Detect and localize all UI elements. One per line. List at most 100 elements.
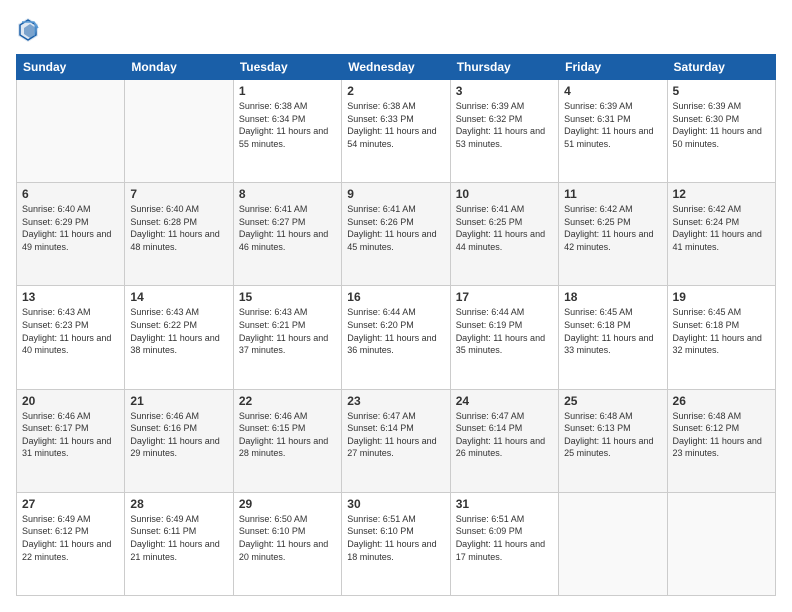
day-number: 3 (456, 84, 553, 98)
calendar-cell: 16 Sunrise: 6:44 AM Sunset: 6:20 PM Dayli… (342, 286, 450, 389)
day-info: Sunrise: 6:41 AM Sunset: 6:26 PM Dayligh… (347, 203, 444, 253)
day-number: 8 (239, 187, 336, 201)
day-number: 28 (130, 497, 227, 511)
calendar-cell: 15 Sunrise: 6:43 AM Sunset: 6:21 PM Dayli… (233, 286, 341, 389)
day-info: Sunrise: 6:49 AM Sunset: 6:12 PM Dayligh… (22, 513, 119, 563)
calendar-cell: 21 Sunrise: 6:46 AM Sunset: 6:16 PM Dayli… (125, 389, 233, 492)
calendar-cell: 12Sunrise: 6:42 AM Sunset: 6:24 PM Dayli… (667, 183, 775, 286)
day-info: Sunrise: 6:42 AM Sunset: 6:25 PM Dayligh… (564, 203, 661, 253)
calendar-cell: 27 Sunrise: 6:49 AM Sunset: 6:12 PM Dayli… (17, 492, 125, 595)
calendar-cell: 25 Sunrise: 6:48 AM Sunset: 6:13 PM Dayli… (559, 389, 667, 492)
day-number: 16 (347, 290, 444, 304)
day-number: 27 (22, 497, 119, 511)
day-number: 19 (673, 290, 770, 304)
day-info: Sunrise: 6:46 AM Sunset: 6:16 PM Dayligh… (130, 410, 227, 460)
day-number: 9 (347, 187, 444, 201)
day-number: 29 (239, 497, 336, 511)
day-info: Sunrise: 6:51 AM Sunset: 6:09 PM Dayligh… (456, 513, 553, 563)
day-info: Sunrise: 6:49 AM Sunset: 6:11 PM Dayligh… (130, 513, 227, 563)
calendar-cell: 9 Sunrise: 6:41 AM Sunset: 6:26 PM Daylig… (342, 183, 450, 286)
calendar-cell: 31 Sunrise: 6:51 AM Sunset: 6:09 PM Dayli… (450, 492, 558, 595)
calendar-cell: 2 Sunrise: 6:38 AM Sunset: 6:33 PM Daylig… (342, 80, 450, 183)
calendar-cell (667, 492, 775, 595)
logo (16, 16, 44, 44)
day-number: 22 (239, 394, 336, 408)
day-info: Sunrise: 6:50 AM Sunset: 6:10 PM Dayligh… (239, 513, 336, 563)
day-info: Sunrise: 6:43 AM Sunset: 6:23 PM Dayligh… (22, 306, 119, 356)
calendar-cell: 14 Sunrise: 6:43 AM Sunset: 6:22 PM Dayli… (125, 286, 233, 389)
calendar-cell: 7Sunrise: 6:40 AM Sunset: 6:28 PM Daylig… (125, 183, 233, 286)
day-number: 31 (456, 497, 553, 511)
weekday-header-monday: Monday (125, 55, 233, 80)
calendar-cell (17, 80, 125, 183)
header (16, 16, 776, 44)
calendar-cell (559, 492, 667, 595)
calendar-cell: 23 Sunrise: 6:47 AM Sunset: 6:14 PM Dayli… (342, 389, 450, 492)
day-info: Sunrise: 6:40 AM Sunset: 6:28 PM Dayligh… (130, 203, 227, 253)
calendar-cell: 13 Sunrise: 6:43 AM Sunset: 6:23 PM Dayli… (17, 286, 125, 389)
day-number: 14 (130, 290, 227, 304)
calendar-table: SundayMondayTuesdayWednesdayThursdayFrid… (16, 54, 776, 596)
day-info: Sunrise: 6:48 AM Sunset: 6:13 PM Dayligh… (564, 410, 661, 460)
day-number: 30 (347, 497, 444, 511)
day-info: Sunrise: 6:43 AM Sunset: 6:21 PM Dayligh… (239, 306, 336, 356)
day-info: Sunrise: 6:43 AM Sunset: 6:22 PM Dayligh… (130, 306, 227, 356)
day-number: 24 (456, 394, 553, 408)
day-number: 23 (347, 394, 444, 408)
day-info: Sunrise: 6:39 AM Sunset: 6:30 PM Dayligh… (673, 100, 770, 150)
day-info: Sunrise: 6:46 AM Sunset: 6:17 PM Dayligh… (22, 410, 119, 460)
day-info: Sunrise: 6:39 AM Sunset: 6:32 PM Dayligh… (456, 100, 553, 150)
day-number: 10 (456, 187, 553, 201)
calendar-cell: 10 Sunrise: 6:41 AM Sunset: 6:25 PM Dayli… (450, 183, 558, 286)
logo-icon (16, 16, 40, 44)
weekday-header-thursday: Thursday (450, 55, 558, 80)
weekday-header-sunday: Sunday (17, 55, 125, 80)
day-info: Sunrise: 6:41 AM Sunset: 6:25 PM Dayligh… (456, 203, 553, 253)
day-info: Sunrise: 6:38 AM Sunset: 6:34 PM Dayligh… (239, 100, 336, 150)
weekday-header-saturday: Saturday (667, 55, 775, 80)
day-number: 25 (564, 394, 661, 408)
day-number: 15 (239, 290, 336, 304)
calendar-cell: 19 Sunrise: 6:45 AM Sunset: 6:18 PM Dayli… (667, 286, 775, 389)
calendar-cell: 24Sunrise: 6:47 AM Sunset: 6:14 PM Dayli… (450, 389, 558, 492)
calendar-cell: 20Sunrise: 6:46 AM Sunset: 6:17 PM Dayli… (17, 389, 125, 492)
calendar-cell: 5 Sunrise: 6:39 AM Sunset: 6:30 PM Daylig… (667, 80, 775, 183)
day-number: 6 (22, 187, 119, 201)
day-number: 17 (456, 290, 553, 304)
day-number: 2 (347, 84, 444, 98)
calendar-cell: 18 Sunrise: 6:45 AM Sunset: 6:18 PM Dayli… (559, 286, 667, 389)
day-info: Sunrise: 6:45 AM Sunset: 6:18 PM Dayligh… (673, 306, 770, 356)
calendar-cell: 4 Sunrise: 6:39 AM Sunset: 6:31 PM Daylig… (559, 80, 667, 183)
day-number: 12 (673, 187, 770, 201)
day-number: 1 (239, 84, 336, 98)
day-info: Sunrise: 6:39 AM Sunset: 6:31 PM Dayligh… (564, 100, 661, 150)
calendar-cell: 3 Sunrise: 6:39 AM Sunset: 6:32 PM Daylig… (450, 80, 558, 183)
calendar-cell: 28 Sunrise: 6:49 AM Sunset: 6:11 PM Dayli… (125, 492, 233, 595)
calendar-cell: 11 Sunrise: 6:42 AM Sunset: 6:25 PM Dayli… (559, 183, 667, 286)
day-info: Sunrise: 6:44 AM Sunset: 6:20 PM Dayligh… (347, 306, 444, 356)
day-number: 11 (564, 187, 661, 201)
day-info: Sunrise: 6:44 AM Sunset: 6:19 PM Dayligh… (456, 306, 553, 356)
day-info: Sunrise: 6:51 AM Sunset: 6:10 PM Dayligh… (347, 513, 444, 563)
calendar-cell: 22Sunrise: 6:46 AM Sunset: 6:15 PM Dayli… (233, 389, 341, 492)
weekday-header-wednesday: Wednesday (342, 55, 450, 80)
day-info: Sunrise: 6:38 AM Sunset: 6:33 PM Dayligh… (347, 100, 444, 150)
day-info: Sunrise: 6:40 AM Sunset: 6:29 PM Dayligh… (22, 203, 119, 253)
weekday-header-tuesday: Tuesday (233, 55, 341, 80)
day-number: 5 (673, 84, 770, 98)
day-number: 21 (130, 394, 227, 408)
day-number: 13 (22, 290, 119, 304)
calendar-cell: 17 Sunrise: 6:44 AM Sunset: 6:19 PM Dayli… (450, 286, 558, 389)
day-info: Sunrise: 6:41 AM Sunset: 6:27 PM Dayligh… (239, 203, 336, 253)
day-number: 18 (564, 290, 661, 304)
day-info: Sunrise: 6:45 AM Sunset: 6:18 PM Dayligh… (564, 306, 661, 356)
day-number: 26 (673, 394, 770, 408)
calendar-cell: 6 Sunrise: 6:40 AM Sunset: 6:29 PM Daylig… (17, 183, 125, 286)
day-number: 4 (564, 84, 661, 98)
calendar-cell (125, 80, 233, 183)
day-info: Sunrise: 6:47 AM Sunset: 6:14 PM Dayligh… (347, 410, 444, 460)
calendar-cell: 30 Sunrise: 6:51 AM Sunset: 6:10 PM Dayli… (342, 492, 450, 595)
weekday-header-friday: Friday (559, 55, 667, 80)
page: SundayMondayTuesdayWednesdayThursdayFrid… (0, 0, 792, 612)
calendar-cell: 8 Sunrise: 6:41 AM Sunset: 6:27 PM Daylig… (233, 183, 341, 286)
